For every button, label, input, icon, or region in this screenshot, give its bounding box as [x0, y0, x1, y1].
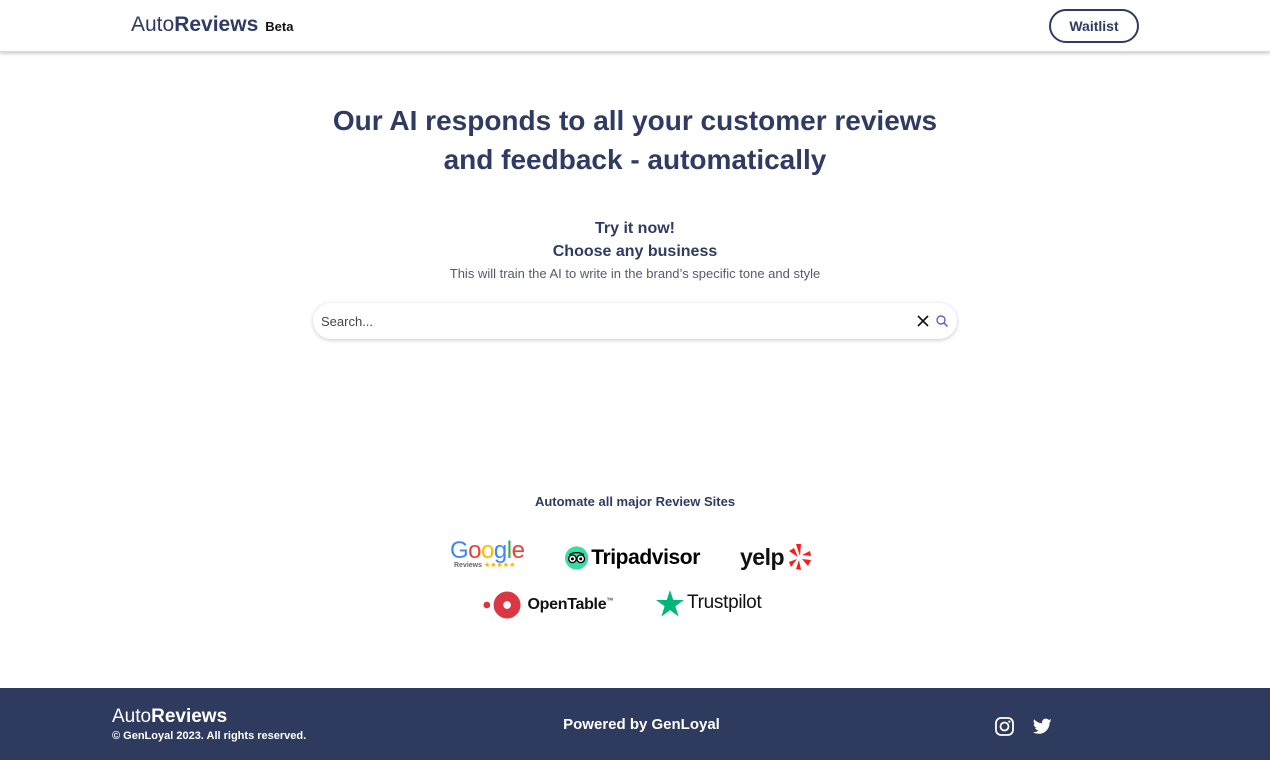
search-input[interactable]: [321, 309, 901, 333]
opentable-logo: OpenTable™: [483, 589, 613, 621]
choose-business-heading: Choose any business: [552, 243, 718, 260]
trustpilot-wordmark: Trustpilot: [687, 592, 762, 613]
opentable-dot-icon: [483, 591, 521, 619]
brand-logo[interactable]: Auto Reviews Beta: [131, 13, 293, 37]
brand-bold: Reviews: [174, 13, 259, 36]
try-now-heading: Try it now!: [595, 220, 675, 237]
twitter-icon[interactable]: [1033, 718, 1052, 735]
opentable-wordmark: OpenTable™: [527, 596, 614, 613]
review-sites-title: Automate all major Review Sites: [534, 494, 736, 509]
trustpilot-logo: Trustpilot: [656, 588, 772, 618]
star-icon: [656, 589, 684, 616]
tripadvisor-owl-icon: [565, 546, 589, 570]
search-icon[interactable]: [935, 314, 949, 328]
powered-by-text: Powered by GenLoyal: [563, 716, 720, 733]
close-icon[interactable]: [916, 314, 930, 328]
google-wordmark: Google: [450, 537, 525, 564]
business-search-box: [313, 303, 957, 339]
yelp-wordmark: yelp: [740, 543, 785, 570]
hero-title-line1: Our AI responds to all your customer rev…: [332, 105, 938, 136]
google-reviews-logo: Google Reviews ★★★★★: [450, 539, 526, 575]
instagram-icon[interactable]: [995, 717, 1014, 736]
brand-prefix: Auto: [131, 13, 175, 36]
waitlist-button[interactable]: Waitlist: [1049, 9, 1139, 43]
yelp-burst-icon: [789, 544, 812, 570]
tripadvisor-wordmark: Tripadvisor: [591, 546, 700, 569]
beta-tag: Beta: [265, 19, 294, 34]
top-navbar: Auto Reviews Beta Waitlist: [0, 0, 1270, 52]
google-reviews-sub: Reviews ★★★★★: [454, 562, 516, 569]
yelp-logo: yelp: [740, 540, 816, 574]
hero-title-line2: and feedback - automatically: [443, 144, 827, 175]
footer: AutoReviews © GenLoyal 2023. All rights …: [0, 688, 1270, 760]
hero-subtitle: This will train the AI to write in the b…: [449, 266, 821, 281]
tripadvisor-logo: Tripadvisor: [565, 543, 700, 573]
hero-title: Our AI responds to all your customer rev…: [0, 101, 1270, 179]
